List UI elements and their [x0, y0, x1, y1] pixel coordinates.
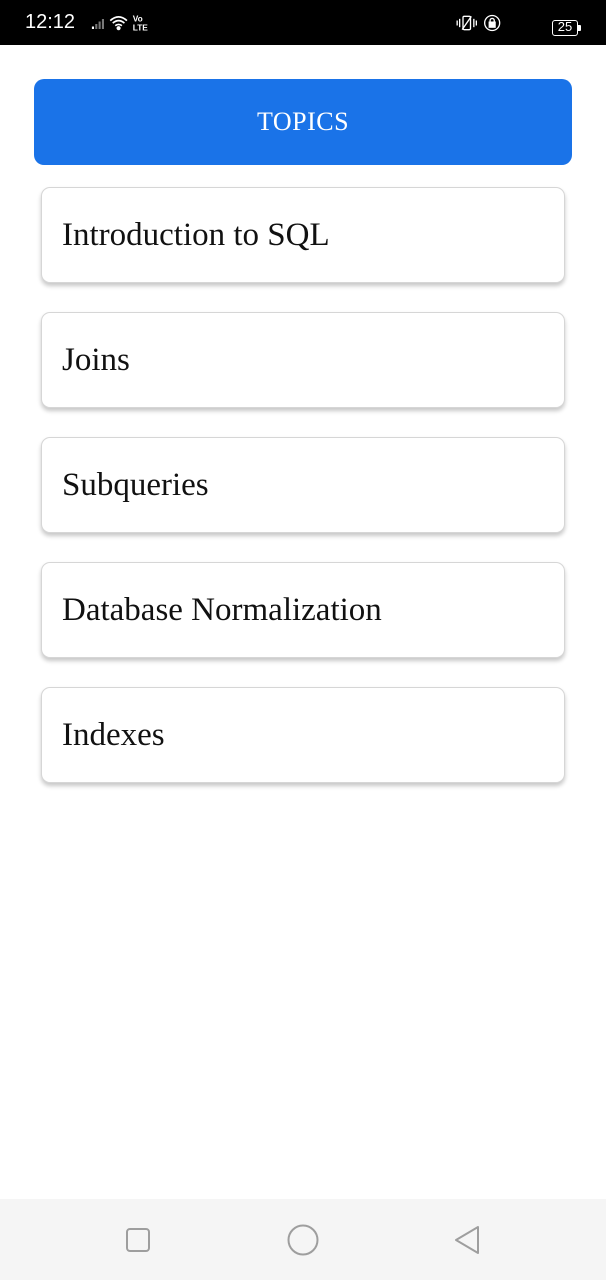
topic-label: Subqueries	[62, 466, 209, 503]
topic-list: Introduction to SQL Joins Subqueries Dat…	[41, 187, 565, 812]
volte-icon: Vo LTE	[133, 14, 149, 33]
topic-label: Introduction to SQL	[62, 216, 330, 253]
signal-wifi-volte-icons: Vo LTE	[91, 14, 149, 33]
home-circle-icon[interactable]	[286, 1223, 320, 1257]
topic-label: Database Normalization	[62, 591, 382, 628]
battery-tip	[578, 25, 581, 31]
recents-square-icon[interactable]	[121, 1223, 155, 1257]
status-time: 12:12	[25, 11, 76, 33]
topics-header: TOPICS	[34, 79, 572, 165]
status-bar: 12:12 Vo LTE 25	[0, 0, 606, 45]
topic-item-subqueries[interactable]: Subqueries	[41, 437, 565, 533]
vibrate-icon	[456, 15, 477, 31]
signal-icon	[91, 19, 104, 29]
topic-label: Joins	[62, 341, 130, 378]
topic-item-indexes[interactable]: Indexes	[41, 687, 565, 783]
back-triangle-icon[interactable]	[450, 1223, 484, 1257]
topic-item-joins[interactable]: Joins	[41, 312, 565, 408]
vibrate-lock-icons	[456, 14, 501, 32]
topic-item-introduction-to-sql[interactable]: Introduction to SQL	[41, 187, 565, 283]
svg-text:LTE: LTE	[133, 23, 149, 33]
topic-label: Indexes	[62, 716, 165, 753]
battery-level: 25	[557, 19, 573, 34]
navigation-bar	[0, 1199, 606, 1280]
topic-item-database-normalization[interactable]: Database Normalization	[41, 562, 565, 658]
rotation-lock-icon	[484, 14, 501, 32]
battery-icon: 25	[552, 19, 578, 36]
topics-title: TOPICS	[256, 107, 350, 136]
wifi-icon	[109, 16, 128, 31]
